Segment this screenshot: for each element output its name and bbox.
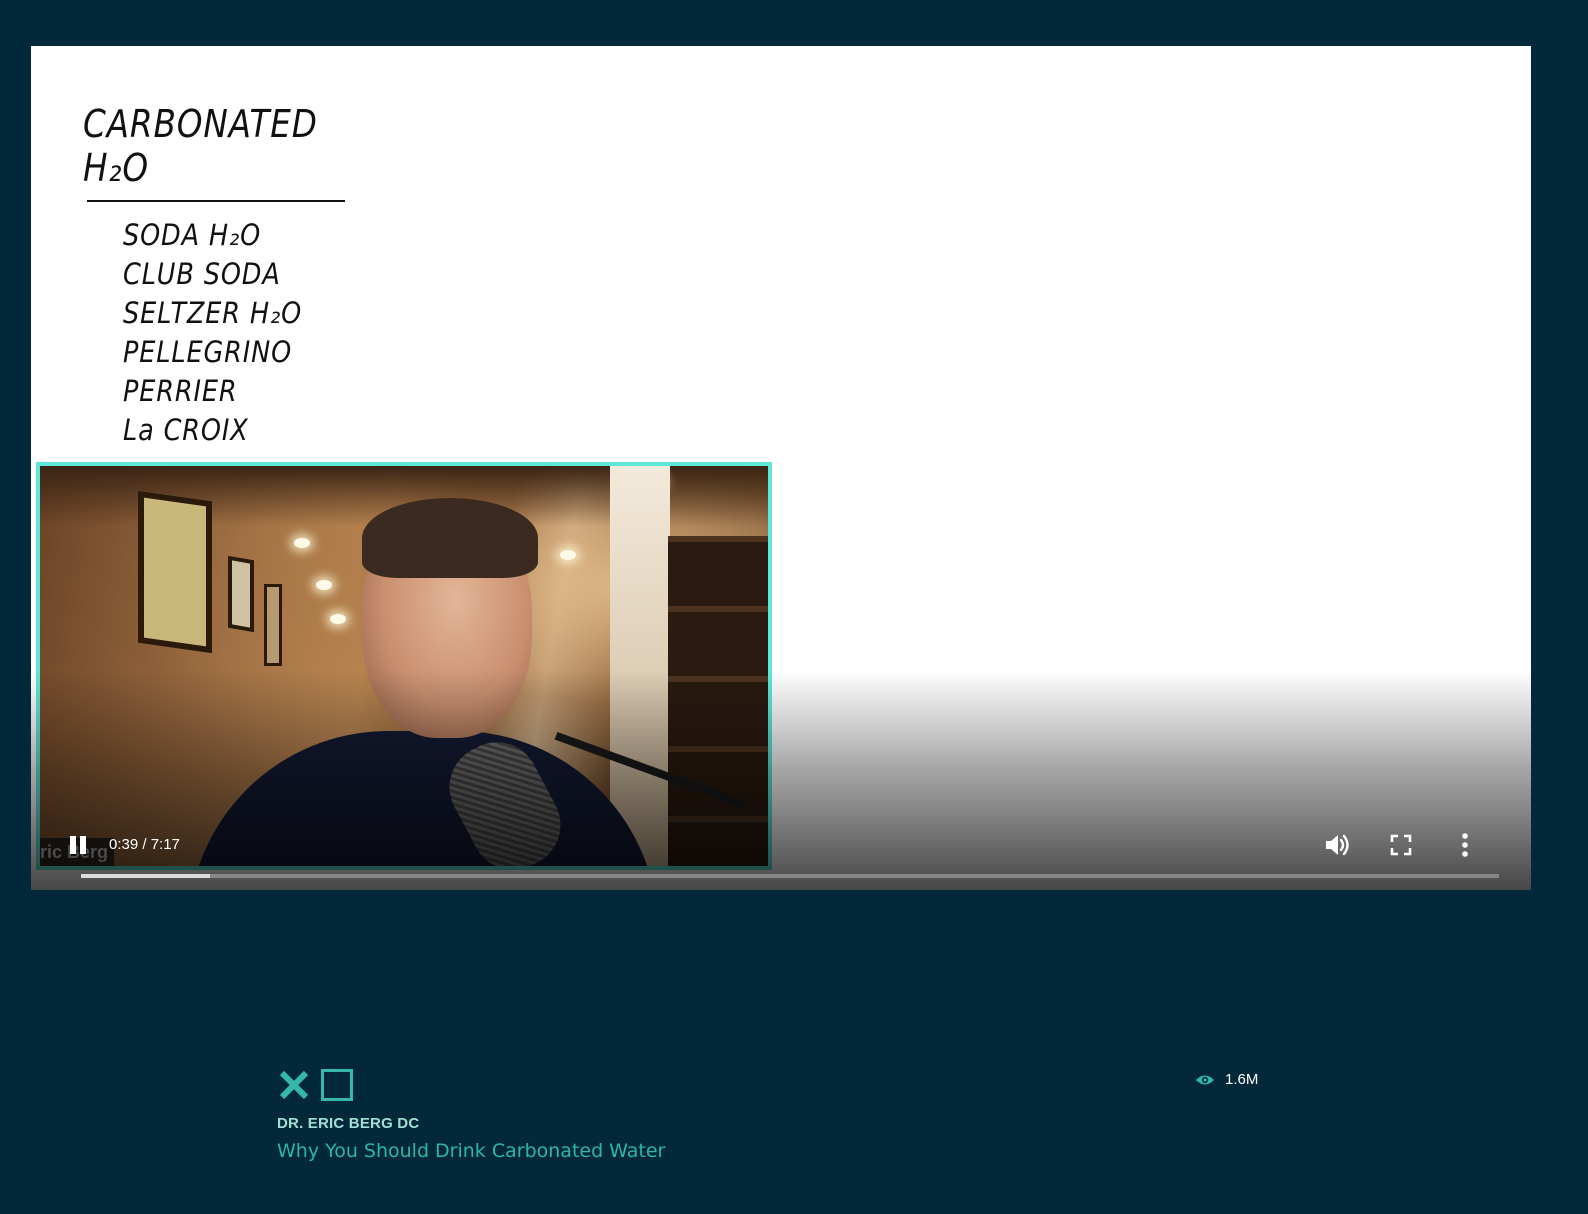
pause-button[interactable] (67, 834, 89, 856)
ceiling-light (330, 614, 346, 624)
whiteboard-item: PELLEGRINO (123, 335, 293, 369)
square-icon[interactable] (321, 1069, 353, 1101)
whiteboard-title: CARBONATED H₂O (83, 102, 318, 190)
close-icon[interactable] (277, 1068, 311, 1102)
presenter-hair (362, 498, 538, 578)
whiteboard-notes: CARBONATED H₂O SODA H₂O CLUB SODA SELTZE… (71, 82, 391, 447)
whiteboard-item: SODA H₂O (123, 218, 262, 252)
progress-bar[interactable] (81, 874, 1499, 878)
whiteboard-list: SODA H₂O CLUB SODA SELTZER H₂O PELLEGRIN… (123, 216, 326, 450)
wall-frame (138, 490, 212, 654)
ceiling-light (560, 550, 576, 560)
volume-icon (1326, 834, 1349, 856)
video-player[interactable]: CARBONATED H₂O SODA H₂O CLUB SODA SELTZE… (31, 46, 1531, 890)
fullscreen-icon (1390, 834, 1412, 856)
player-controls: 0:39 / 7:17 (31, 810, 1531, 890)
whiteboard-item: CLUB SODA (123, 257, 281, 291)
whiteboard-item: La CROIX (123, 413, 249, 447)
progress-fill (81, 874, 210, 878)
more-options-button[interactable] (1449, 829, 1481, 861)
video-title[interactable]: Why You Should Drink Carbonated Water (277, 1138, 665, 1164)
pause-icon (70, 836, 76, 854)
whiteboard-item: SELTZER H₂O (123, 296, 303, 330)
video-info: DR. ERIC BERG DC Why You Should Drink Ca… (277, 1068, 1277, 1162)
volume-button[interactable] (1321, 829, 1353, 861)
ceiling-light (294, 538, 310, 548)
view-count: 1.6M (1195, 1070, 1258, 1090)
more-vert-icon (1462, 833, 1468, 857)
eye-icon (1196, 1075, 1214, 1085)
time-display: 0:39 / 7:17 (109, 836, 180, 853)
wall-frame (264, 584, 282, 666)
views-count: 1.6M (1225, 1071, 1259, 1088)
whiteboard-underline (87, 200, 345, 202)
webcam-overlay: ric Berg (36, 462, 772, 870)
ceiling-light (316, 580, 332, 590)
fullscreen-button[interactable] (1385, 829, 1417, 861)
whiteboard-item: PERRIER (123, 374, 238, 408)
pause-icon (80, 836, 86, 854)
info-icons (277, 1068, 1277, 1102)
channel-name[interactable]: DR. ERIC BERG DC (277, 1114, 419, 1134)
wall-frame (228, 555, 254, 633)
doorway (610, 466, 670, 866)
